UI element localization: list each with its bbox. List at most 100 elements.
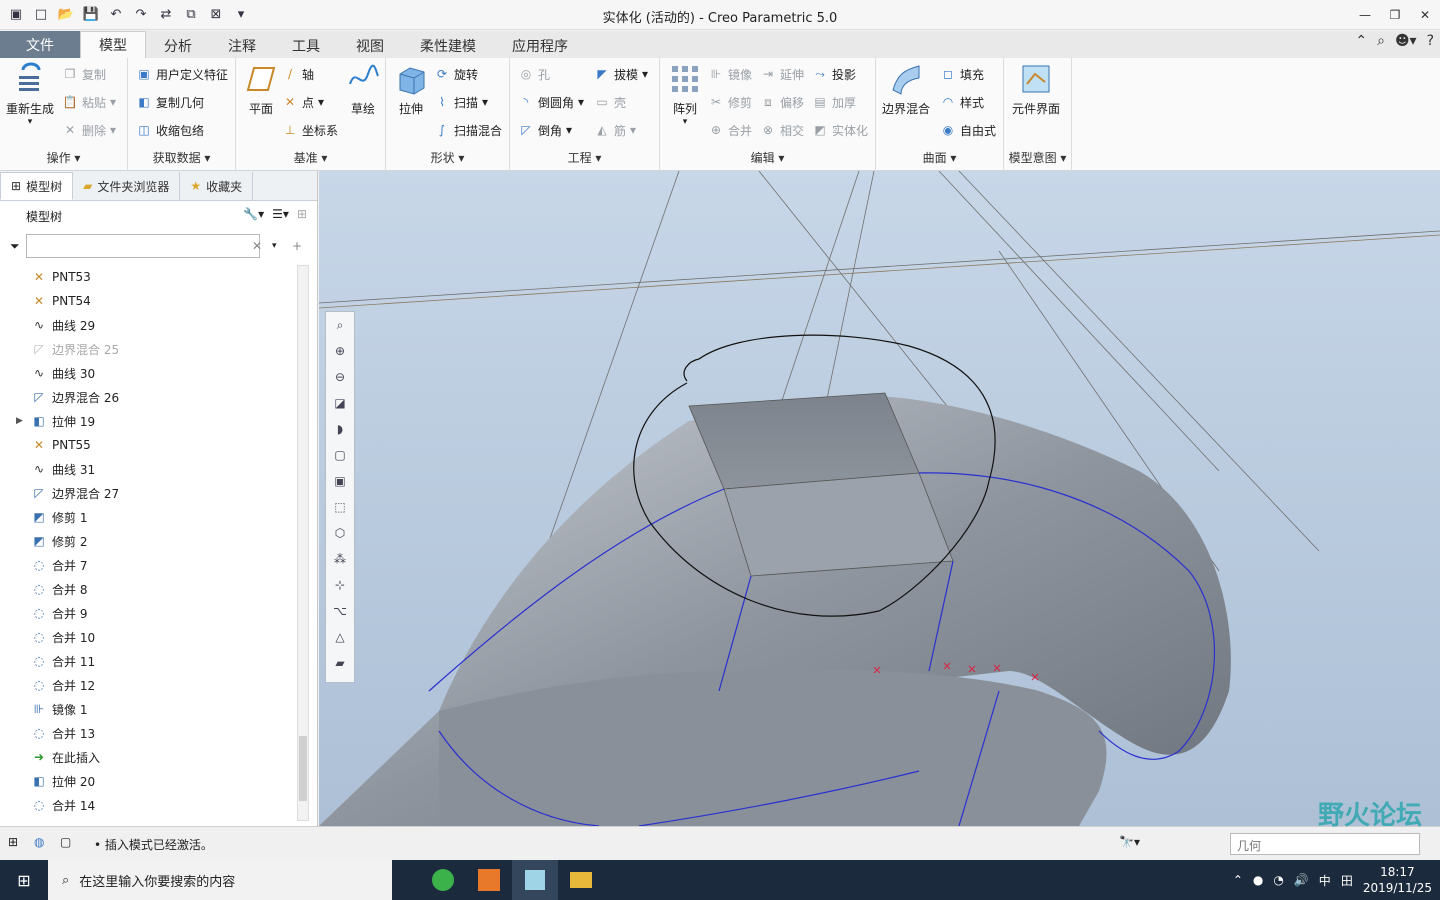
tree-item[interactable]: ◌ 合并 10 [0,625,296,649]
zoom-out-icon[interactable]: ⊖ [326,364,354,390]
tab-flexible-modeling[interactable]: 柔性建模 [402,33,494,58]
tree-scrollbar[interactable] [297,265,309,821]
boundary-blend-button[interactable]: 边界混合 [882,62,930,117]
selection-filter[interactable]: 几何 [1230,833,1420,855]
project-button[interactable]: ⤳ 投影 [812,64,856,84]
collapse-ribbon-icon[interactable]: ⌃ [1355,33,1367,49]
undo-icon[interactable]: ↶ [108,7,124,23]
tree-toggle-icon[interactable]: ⊞ [8,835,18,849]
zoom-in-icon[interactable]: ⊕ [326,338,354,364]
group-label-model-intent[interactable]: 模型意图 ▾ [1004,149,1071,166]
trim-button[interactable]: ✂ 修剪 [708,92,752,112]
hole-button[interactable]: ◎ 孔 [518,64,550,84]
add-filter-icon[interactable]: + [292,239,302,253]
repaint-icon[interactable]: ◪ [326,390,354,416]
window-icon[interactable]: ⧉ [183,7,199,23]
community-icon[interactable]: ☻▾ [1395,33,1417,49]
tray-expand-icon[interactable]: ⌃ [1233,873,1243,887]
tree-item[interactable]: ◩ 修剪 2 [0,529,296,553]
minimize-button[interactable]: — [1350,0,1380,30]
open-icon[interactable]: 📂 [58,7,74,23]
filter-dropdown-icon[interactable]: ▾ [272,241,277,251]
tree-item[interactable]: ✕ PNT55 [0,433,296,457]
customize-icon[interactable]: ▾ [233,7,249,23]
tab-folder-browser[interactable]: ▰ 文件夹浏览器 [73,172,181,200]
group-label-engineering[interactable]: 工程 ▾ [510,149,659,166]
csys-button[interactable]: ⊥ 坐标系 [282,120,338,140]
expand-arrow-icon[interactable]: ▶ [16,416,23,426]
close-button[interactable]: ✕ [1410,0,1440,30]
clock[interactable]: 18:17 2019/11/25 [1363,864,1432,896]
tree-item[interactable]: ◌ 合并 9 [0,601,296,625]
mirror-button[interactable]: ⊪ 镜像 [708,64,752,84]
plane-button[interactable]: 平面 [244,62,278,117]
tree-scroll-thumb[interactable] [299,736,307,801]
ime-mode-icon[interactable]: 田 [1341,872,1353,889]
component-interface-button[interactable]: 元件界面 [1012,62,1060,117]
pattern-button[interactable]: 阵列 ▾ [668,62,702,127]
tree-item[interactable]: ◌ 合并 7 [0,553,296,577]
tree-item[interactable]: ▶ ◧ 拉伸 19 [0,409,296,433]
group-label-get-data[interactable]: 获取数据 ▾ [128,149,235,166]
tree-item[interactable]: ◌ 合并 14 [0,793,296,817]
tree-search-input[interactable] [25,234,260,258]
tab-favorites[interactable]: ★ 收藏夹 [180,172,254,200]
find-icon[interactable]: 🔭▾ [1119,835,1140,849]
close-window-icon[interactable]: ⊠ [208,7,224,23]
display-style-icon[interactable]: ◗ [326,416,354,442]
group-label-operations[interactable]: 操作 ▾ [0,149,127,166]
delete-button[interactable]: ✕ 删除 ▾ [62,120,116,140]
volume-icon[interactable]: 🔊 [1294,873,1309,887]
tree-item[interactable]: ➜ 在此插入 [0,745,296,769]
network-icon[interactable]: ◔ [1273,873,1283,887]
graphics-viewport[interactable]: ⌕ ⊕ ⊖ ◪ ◗ ▢ ▣ ⬚ ⬡ ⁂ ⊹ ⌥ △ ▰ [319,171,1440,826]
paste-button[interactable]: 📋 粘贴 ▾ [62,92,117,112]
tree-item[interactable]: ◸ 边界混合 26 [0,385,296,409]
swept-blend-button[interactable]: ∫ 扫描混合 [434,120,502,140]
group-label-datum[interactable]: 基准 ▾ [236,149,385,166]
group-label-edit[interactable]: 编辑 ▾ [660,149,875,166]
tab-applications[interactable]: 应用程序 [494,33,586,58]
pdf-app-icon[interactable] [466,860,512,900]
restore-button[interactable]: ❐ [1380,0,1410,30]
refit-icon[interactable]: ⌕ [326,312,354,338]
tree-item[interactable]: ◌ 合并 8 [0,577,296,601]
filter-icon[interactable]: ⏷ [10,239,20,254]
tab-view[interactable]: 视图 [338,33,402,58]
shrinkwrap-button[interactable]: ◫ 收缩包络 [136,120,204,140]
taskbar-search[interactable]: ⌕ 在这里输入你要搜索的内容 [48,860,392,900]
merge-button[interactable]: ⊕ 合并 [708,120,752,140]
tree-settings-icon[interactable]: 🔧▾ [243,207,264,221]
tree-item[interactable]: ∿ 曲线 29 [0,313,296,337]
saved-orientations-icon[interactable]: ▢ [326,442,354,468]
ime-indicator[interactable]: 中 [1319,872,1331,889]
freestyle-button[interactable]: ◉ 自由式 [940,120,996,140]
regenerate-button[interactable]: 重新生成 ▾ [6,62,54,127]
csys-display-icon[interactable]: △ [326,624,354,650]
tree-item[interactable]: ◧ 拉伸 20 [0,769,296,793]
draft-button[interactable]: ◤ 拔模 ▾ [594,64,648,84]
extrude-button[interactable]: 拉伸 [394,62,428,117]
intersect-button[interactable]: ⊗ 相交 [760,120,804,140]
tree-item[interactable]: ◸ 边界混合 27 [0,481,296,505]
regenerate-icon[interactable]: ⇄ [158,7,174,23]
fill-button[interactable]: ◻ 填充 [940,64,984,84]
new-icon[interactable]: □ [33,7,49,23]
tab-tools[interactable]: 工具 [274,33,338,58]
creo-app-icon[interactable] [512,860,558,900]
sketch-button[interactable]: 草绘 [346,62,380,117]
tree-item[interactable]: ◸ 边界混合 25 [0,337,296,361]
axis-button[interactable]: / 轴 [282,64,314,84]
tree-item[interactable]: ⊪ 镜像 1 [0,697,296,721]
perspective-icon[interactable]: ⬚ [326,494,354,520]
app-icon[interactable]: ▣ [8,7,24,23]
help-icon[interactable]: ? [1427,33,1434,49]
full-screen-icon[interactable]: ▢ [60,835,71,849]
tree-item[interactable]: ◌ 合并 12 [0,673,296,697]
tree-item[interactable]: ◩ 修剪 1 [0,505,296,529]
tab-model[interactable]: 模型 [80,31,146,58]
point-display-icon[interactable]: ⁂ [326,546,354,572]
group-label-surfaces[interactable]: 曲面 ▾ [876,149,1003,166]
tab-annotate[interactable]: 注释 [210,33,274,58]
chamfer-button[interactable]: ◸ 倒角 ▾ [518,120,572,140]
